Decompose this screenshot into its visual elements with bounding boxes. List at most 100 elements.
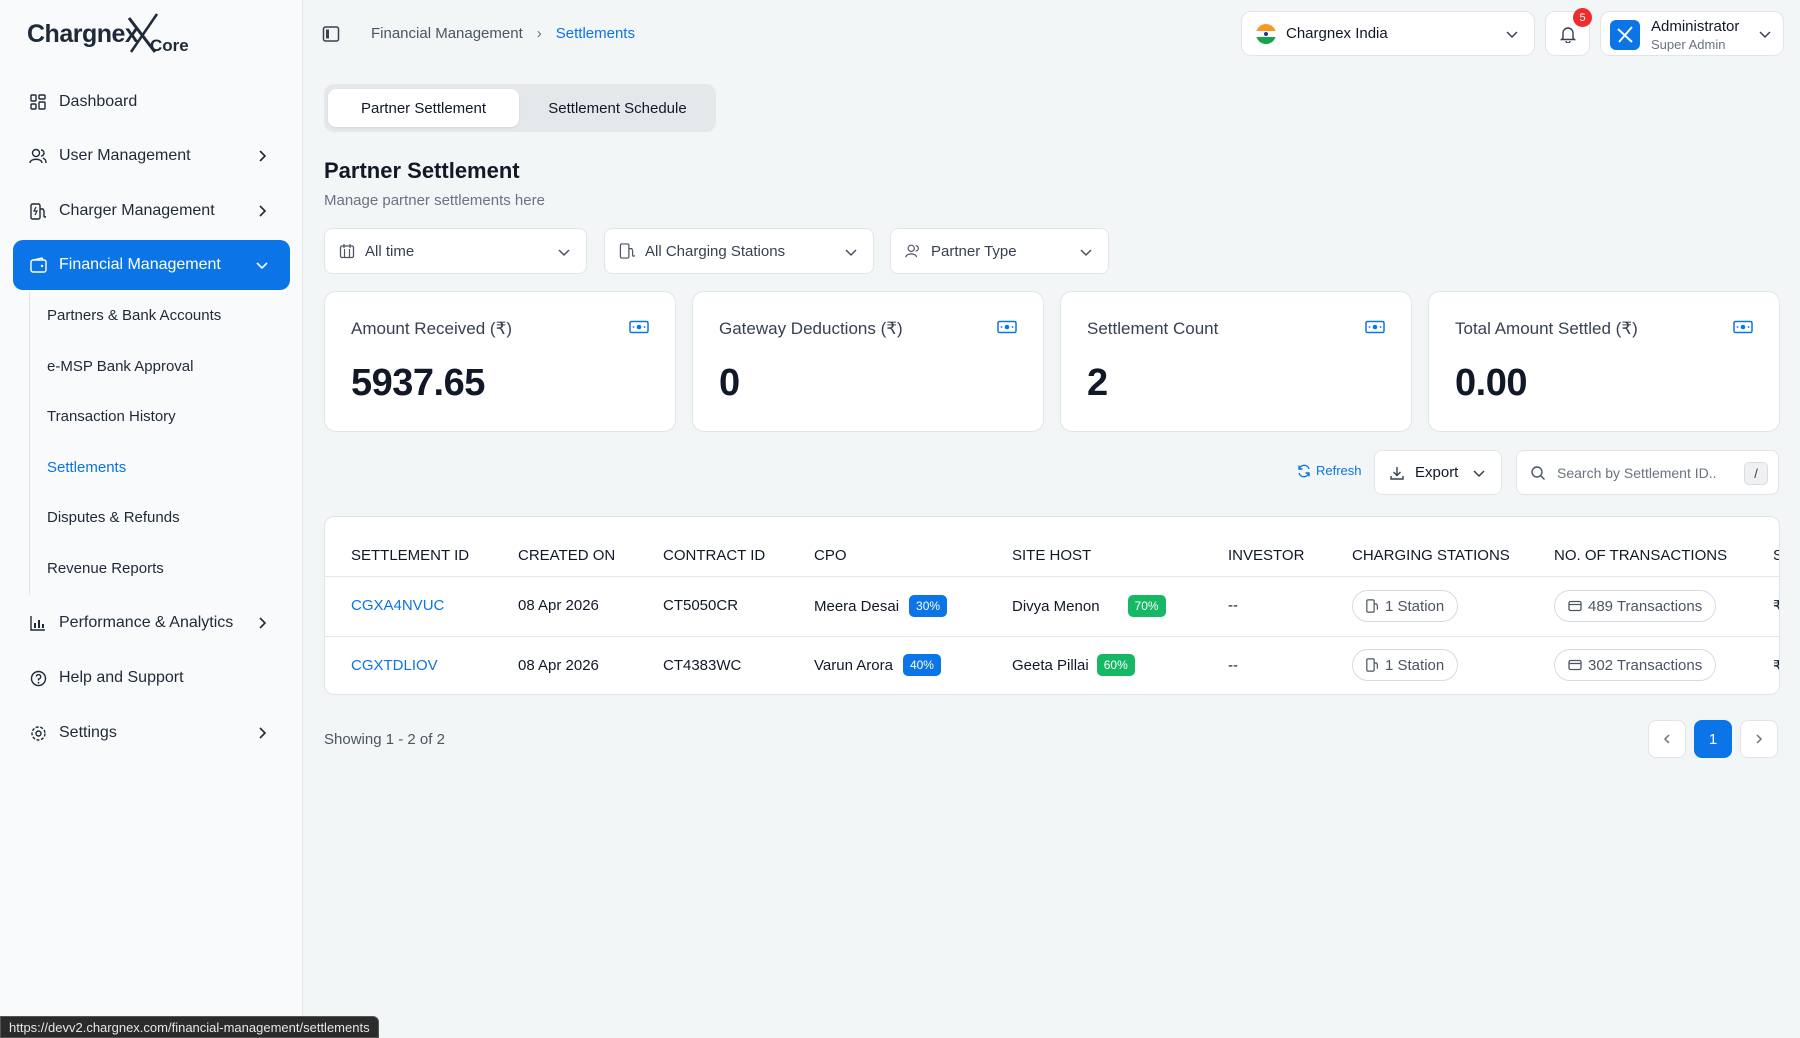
settlements-table: SETTLEMENT ID CREATED ON CONTRACT ID CPO… [324, 516, 1780, 695]
site-host-share-badge: 70% [1127, 595, 1166, 617]
contract-id-cell: CT5050CR [663, 597, 739, 614]
cpo-share-badge: 40% [902, 654, 941, 676]
transactions-pill[interactable]: 302 Transactions [1554, 649, 1717, 681]
stations-pill[interactable]: 1 Station [1352, 649, 1459, 681]
export-button[interactable]: Export [1374, 450, 1502, 495]
stat-label: Amount Received (₹) [351, 319, 513, 338]
avatar [1610, 20, 1640, 50]
user-role: Super Admin [1651, 37, 1726, 52]
cash-icon [1365, 320, 1385, 334]
settlement-id-link[interactable]: CGXTDLIOV [351, 657, 438, 674]
previous-page-button[interactable] [1648, 720, 1686, 758]
investor-cell: -- [1228, 597, 1238, 614]
breadcrumb: Financial Management › Settlements [371, 25, 635, 42]
status-url-bar: https://devv2.chargnex.com/financial-man… [0, 1016, 379, 1038]
gear-icon [29, 724, 47, 742]
search-input[interactable] [1557, 462, 1737, 484]
sidebar-item-label: Charger Management [59, 202, 215, 219]
settlement-id-link[interactable]: CGXA4NVUC [351, 597, 444, 614]
column-header-cpo[interactable]: CPO [814, 547, 847, 564]
user-name: Administrator [1651, 18, 1740, 35]
chevron-right-icon [259, 205, 267, 217]
refresh-button[interactable]: Refresh [1297, 463, 1362, 478]
cpo-cell: Meera Desai 30% [814, 595, 948, 617]
next-page-button[interactable] [1740, 720, 1778, 758]
sidebar-subitem-transaction-history[interactable]: Transaction History [47, 408, 176, 425]
settlement-search: / [1516, 450, 1779, 495]
brand-suffix: Core [150, 36, 189, 55]
site-host-name: Divya Menon [1012, 597, 1100, 615]
search-icon [1531, 466, 1545, 480]
sidebar-subitem-revenue-reports[interactable]: Revenue Reports [47, 560, 164, 577]
sidebar-item-label: User Management [59, 147, 191, 164]
organization-select[interactable]: Chargnex India [1241, 11, 1535, 56]
sidebar-subitem-disputes-refunds[interactable]: Disputes & Refunds [47, 509, 180, 526]
stat-label: Settlement Count [1087, 319, 1219, 338]
sidebar-item-dashboard[interactable]: Dashboard [13, 77, 290, 127]
chevron-right-icon [259, 617, 267, 629]
sidebar-subitem-partners-bank-accounts[interactable]: Partners & Bank Accounts [47, 307, 221, 324]
users-icon [29, 147, 47, 165]
cash-icon [997, 320, 1017, 334]
chevron-down-icon [1506, 31, 1518, 39]
sidebar-item-label: Help and Support [59, 669, 184, 686]
tab-settlement-schedule[interactable]: Settlement Schedule [523, 89, 712, 127]
sidebar-item-label: Dashboard [59, 93, 138, 110]
column-header-amount[interactable]: S [1773, 547, 1779, 564]
partner-type-filter[interactable]: Partner Type [890, 228, 1109, 274]
sidebar-item-help-support[interactable]: Help and Support [13, 653, 290, 703]
notification-count-badge: 5 [1573, 8, 1592, 27]
chevron-right-icon [1756, 734, 1763, 744]
sidebar-item-user-management[interactable]: User Management [13, 131, 290, 181]
sidebar-subitem-settlements[interactable]: Settlements [47, 459, 126, 476]
refresh-label: Refresh [1316, 463, 1362, 478]
breadcrumb-item-financial-management[interactable]: Financial Management [371, 25, 523, 42]
brand-logo[interactable]: Chargnex Core [27, 12, 197, 58]
stat-card-total-amount-settled: Total Amount Settled (₹) 0.00 [1428, 291, 1780, 432]
cash-icon [1733, 320, 1753, 334]
stations-pill[interactable]: 1 Station [1352, 590, 1459, 622]
export-label: Export [1415, 464, 1459, 481]
stat-card-settlement-count: Settlement Count 2 [1060, 291, 1412, 432]
charging-stations-filter[interactable]: All Charging Stations [604, 228, 874, 274]
column-header-investor[interactable]: INVESTOR [1228, 547, 1304, 564]
site-host-cell: Divya Menon 70% [1012, 595, 1166, 617]
amount-cell: ₹ [1773, 597, 1779, 615]
india-flag-icon [1256, 23, 1276, 44]
sidebar-item-label: Performance & Analytics [59, 614, 234, 631]
column-header-charging-stations[interactable]: CHARGING STATIONS [1352, 547, 1510, 564]
transactions-pill[interactable]: 489 Transactions [1554, 590, 1717, 622]
breadcrumb-separator-icon: › [536, 25, 542, 42]
chevron-down-icon [845, 249, 857, 257]
sidebar-item-performance-analytics[interactable]: Performance & Analytics [13, 598, 290, 648]
column-header-settlement-id[interactable]: SETTLEMENT ID [351, 547, 469, 564]
cpo-name: Meera Desai [814, 597, 900, 615]
stat-value: 0 [719, 362, 740, 404]
user-menu-button[interactable]: Administrator Super Admin [1600, 11, 1784, 56]
column-header-created-on[interactable]: CREATED ON [518, 547, 615, 564]
breadcrumb-item-settlements: Settlements [555, 25, 635, 42]
sidebar-item-charger-management[interactable]: Charger Management [13, 186, 290, 236]
cpo-cell: Varun Arora 40% [814, 654, 941, 676]
app-window: Chargnex Core Dashboard User Management [0, 0, 1800, 1038]
site-host-name: Geeta Pillai [1012, 656, 1089, 674]
column-header-site-host[interactable]: SITE HOST [1012, 547, 1091, 564]
page-button-current[interactable]: 1 [1694, 720, 1732, 758]
tab-partner-settlement[interactable]: Partner Settlement [328, 89, 519, 127]
charger-icon [619, 243, 635, 259]
help-icon [29, 669, 47, 687]
sidebar-item-financial-management[interactable]: Financial Management [13, 240, 290, 290]
column-header-contract-id[interactable]: CONTRACT ID [663, 547, 765, 564]
cash-icon [629, 320, 649, 334]
column-header-transactions[interactable]: NO. OF TRANSACTIONS [1554, 547, 1727, 564]
pagination-summary: Showing 1 - 2 of 2 [324, 731, 445, 748]
chevron-down-icon [558, 249, 570, 257]
chevron-down-icon [256, 262, 268, 270]
contract-id-cell: CT4383WC [663, 657, 742, 674]
sidebar-toggle-icon[interactable] [322, 25, 340, 43]
sidebar-item-settings[interactable]: Settings [13, 708, 290, 758]
date-range-filter[interactable]: All time [324, 228, 587, 274]
sidebar-subitem-emsp-bank-approval[interactable]: e-MSP Bank Approval [47, 358, 193, 375]
chevron-right-icon [259, 150, 267, 162]
stations-count: 1 Station [1385, 597, 1445, 615]
